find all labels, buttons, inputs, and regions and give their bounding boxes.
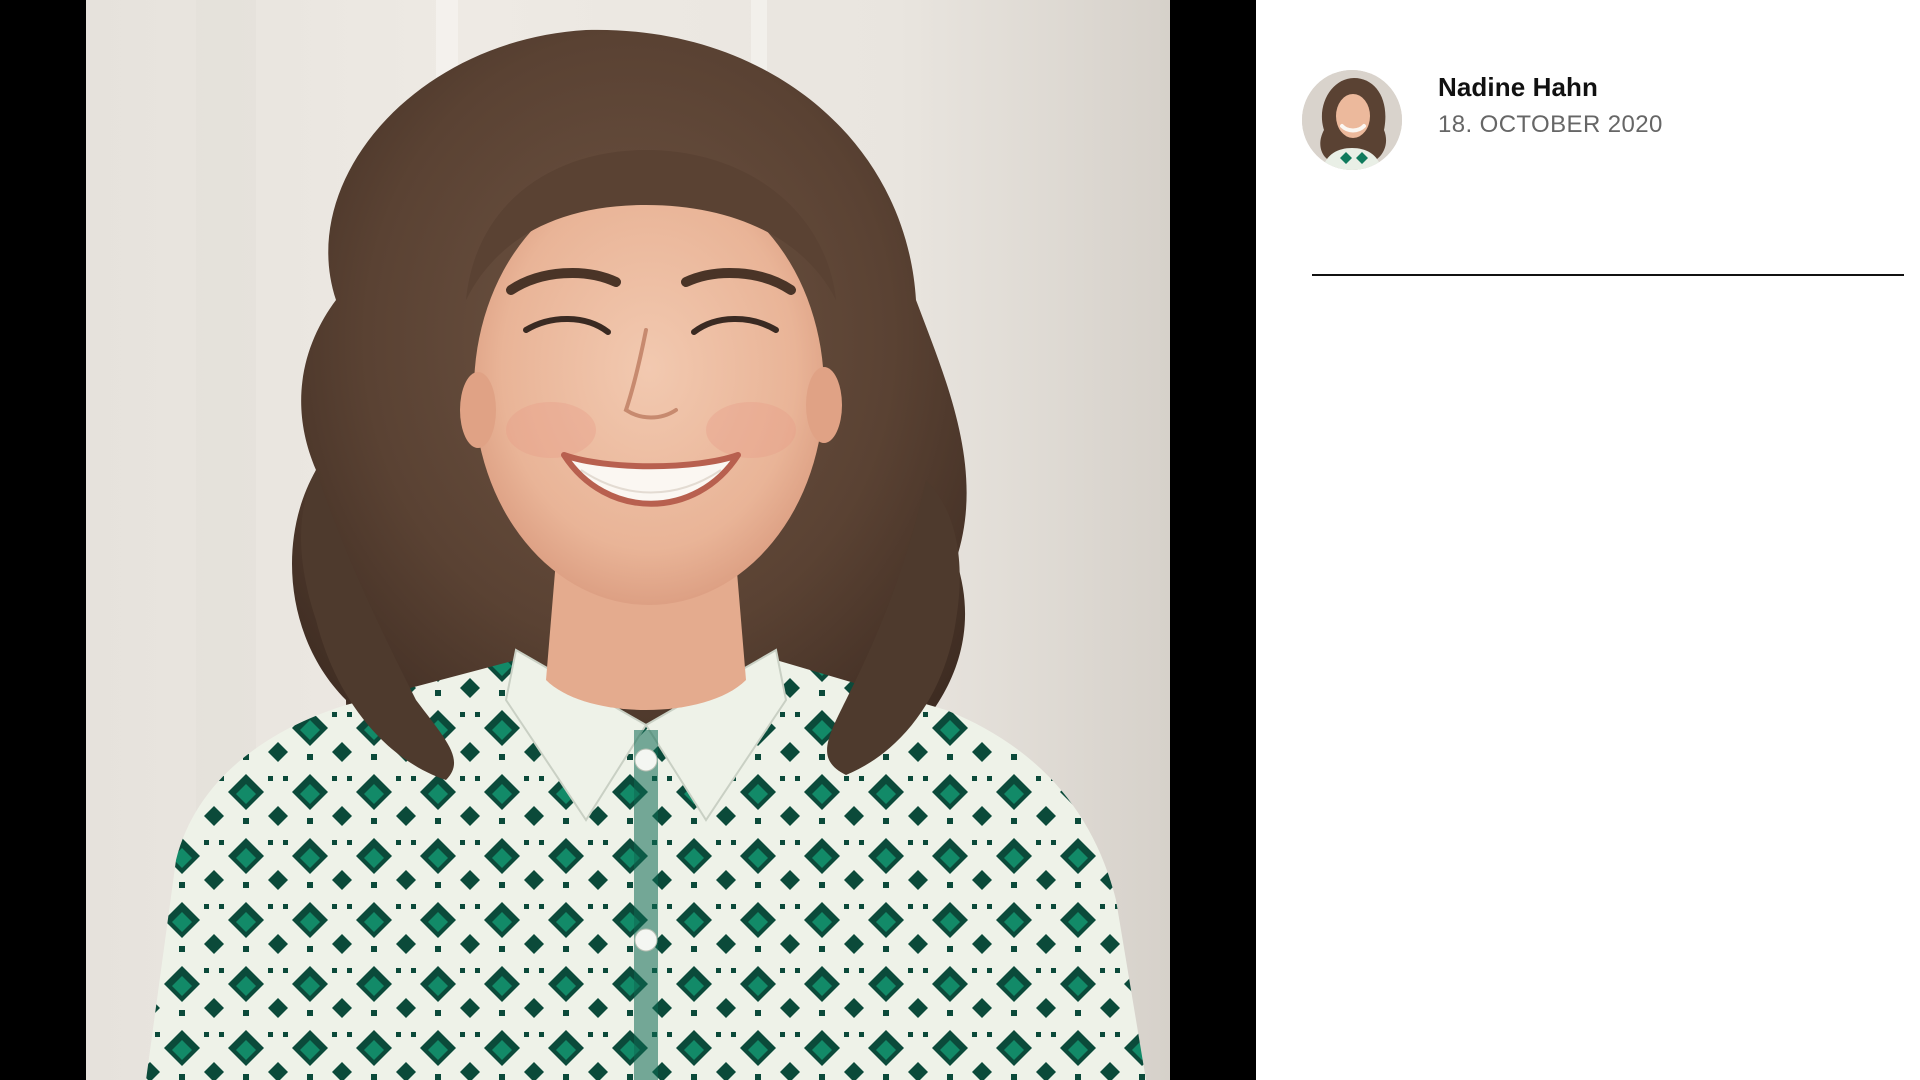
author-avatar[interactable]	[1302, 70, 1402, 170]
post-details: Nadine Hahn 18. OCTOBER 2020	[1256, 0, 1920, 1080]
author-header: Nadine Hahn 18. OCTOBER 2020	[1302, 70, 1663, 170]
post-date: 18. OCTOBER 2020	[1438, 111, 1663, 138]
portrait-photo	[86, 0, 1170, 1080]
post-photo[interactable]	[86, 0, 1170, 1080]
author-name[interactable]: Nadine Hahn	[1438, 70, 1663, 104]
avatar-photo-icon	[1302, 70, 1402, 170]
author-meta: Nadine Hahn 18. OCTOBER 2020	[1438, 70, 1663, 142]
divider	[1312, 274, 1904, 276]
media-viewer	[0, 0, 1256, 1080]
